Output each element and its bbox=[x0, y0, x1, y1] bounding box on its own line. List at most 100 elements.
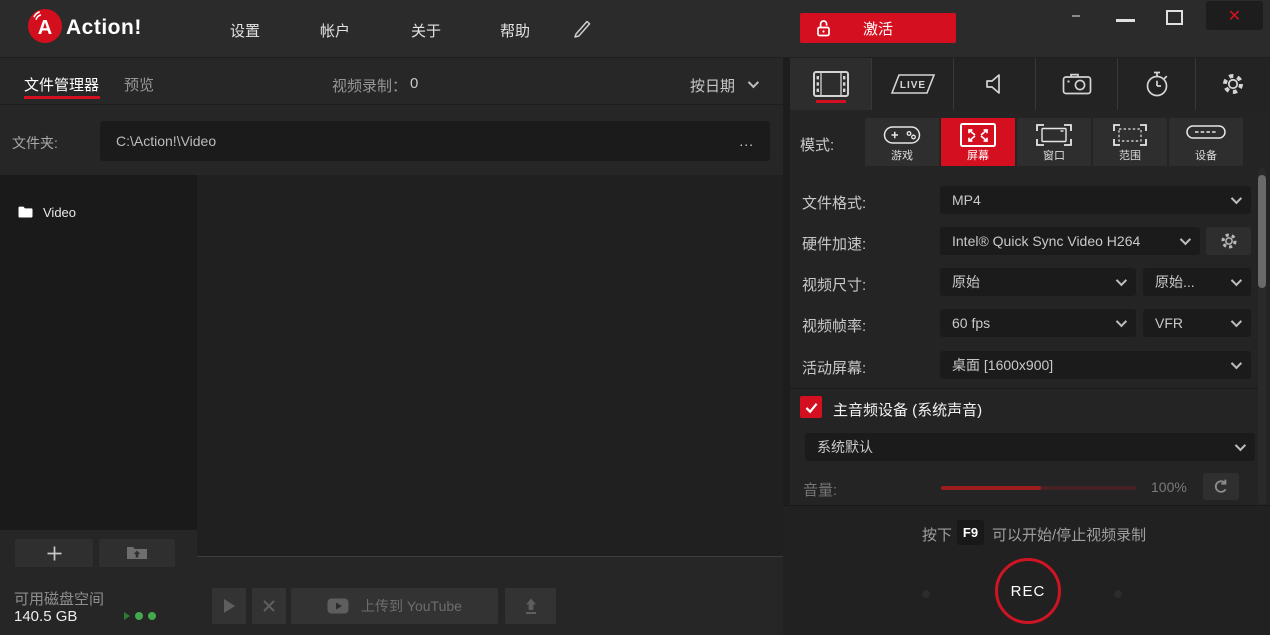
disk-space-label: 可用磁盘空间 bbox=[14, 588, 104, 609]
file-format-value: MP4 bbox=[952, 192, 1231, 208]
x-icon bbox=[262, 599, 276, 613]
chevron-down-icon bbox=[1231, 358, 1242, 369]
gamepad-icon bbox=[882, 122, 922, 153]
activate-button[interactable]: 激活 bbox=[800, 13, 956, 43]
audio-device-dropdown[interactable]: 系统默认 bbox=[805, 433, 1255, 461]
video-records-label: 视频录制： bbox=[332, 75, 407, 96]
mode-games[interactable]: 游戏 bbox=[865, 118, 939, 166]
video-size-aspect-dropdown[interactable]: 原始... bbox=[1143, 268, 1251, 296]
tab-file-manager[interactable]: 文件管理器 bbox=[24, 74, 99, 95]
mode-window[interactable]: 窗口 bbox=[1017, 118, 1091, 166]
tab-video-recording[interactable] bbox=[790, 58, 872, 110]
tab-screenshots[interactable] bbox=[1036, 58, 1118, 110]
tab-live-streaming[interactable]: LIVE bbox=[872, 58, 954, 110]
active-screen-label: 活动屏幕: bbox=[802, 357, 866, 378]
app-title: Action! bbox=[66, 16, 142, 40]
tab-settings[interactable] bbox=[1196, 58, 1270, 110]
folder-label: 文件夹: bbox=[12, 133, 58, 153]
region-capture-icon bbox=[1112, 122, 1148, 153]
chevron-down-icon bbox=[1116, 275, 1127, 286]
volume-label: 音量: bbox=[803, 479, 837, 500]
title-bar: A Action! 设置 帐户 关于 帮助 激活 ✕ bbox=[0, 0, 1270, 58]
action-logo-icon: A bbox=[28, 9, 62, 48]
file-format-label: 文件格式: bbox=[802, 192, 866, 213]
mode-screen[interactable]: 屏幕 bbox=[941, 118, 1015, 166]
svg-text:LIVE: LIVE bbox=[899, 80, 925, 91]
gear-icon bbox=[1219, 231, 1239, 251]
mode-label-device: 设备 bbox=[1195, 147, 1217, 163]
collapse-icon[interactable] bbox=[1072, 15, 1080, 17]
volume-slider[interactable] bbox=[941, 486, 1136, 490]
video-size-label: 视频尺寸: bbox=[802, 274, 866, 295]
section-divider bbox=[790, 388, 1258, 389]
upload-button[interactable] bbox=[505, 588, 556, 624]
tab-benchmark-timer[interactable] bbox=[1118, 58, 1196, 110]
import-folder-button[interactable] bbox=[99, 539, 175, 567]
chevron-down-icon bbox=[1116, 316, 1127, 327]
screen-capture-icon bbox=[959, 122, 997, 153]
primary-audio-label: 主音频设备 (系统声音) bbox=[833, 399, 982, 420]
upload-youtube-label: 上传到 YouTube bbox=[361, 596, 462, 616]
tree-item-video[interactable]: Video bbox=[0, 199, 197, 225]
menu-settings[interactable]: 设置 bbox=[230, 20, 260, 41]
browse-folder-button[interactable]: ... bbox=[739, 133, 754, 149]
scrollbar-thumb[interactable] bbox=[1258, 175, 1266, 288]
mode-region[interactable]: 范围 bbox=[1093, 118, 1167, 166]
reset-icon bbox=[1212, 478, 1230, 496]
menu-account[interactable]: 帐户 bbox=[320, 20, 350, 41]
tab-file-manager-label: 文件管理器 bbox=[24, 77, 99, 94]
tree-item-label: Video bbox=[43, 205, 76, 220]
mode-device[interactable]: 设备 bbox=[1169, 118, 1243, 166]
delete-button[interactable] bbox=[252, 588, 286, 624]
file-list-area[interactable] bbox=[197, 175, 783, 557]
folder-path-input[interactable]: C:\Action!\Video ... bbox=[100, 121, 770, 161]
video-records-count: 0 bbox=[410, 75, 418, 92]
record-button-label: REC bbox=[1011, 583, 1046, 600]
hw-accel-settings-button[interactable] bbox=[1206, 227, 1251, 255]
upload-to-youtube-button[interactable]: 上传到 YouTube bbox=[291, 588, 498, 624]
upload-icon bbox=[523, 597, 539, 615]
framerate-value: 60 fps bbox=[952, 315, 1116, 331]
menu-about[interactable]: 关于 bbox=[411, 20, 441, 41]
volume-reset-button[interactable] bbox=[1203, 473, 1239, 500]
record-button[interactable]: REC bbox=[995, 558, 1061, 624]
active-screen-dropdown[interactable]: 桌面 [1600x900] bbox=[940, 351, 1251, 379]
folder-tree-panel: Video bbox=[0, 175, 197, 530]
video-size-aspect-value: 原始... bbox=[1155, 272, 1231, 292]
disk-space-value: 140.5 GB bbox=[14, 608, 77, 625]
decor-dot-left bbox=[922, 590, 930, 598]
menu-help[interactable]: 帮助 bbox=[500, 20, 530, 41]
hotkey-keycap: F9 bbox=[957, 520, 984, 545]
sort-by-date-dropdown[interactable]: 按日期 bbox=[690, 75, 735, 96]
maximize-icon[interactable] bbox=[1166, 10, 1183, 25]
tab-preview[interactable]: 预览 bbox=[124, 74, 154, 95]
hw-accel-label: 硬件加速: bbox=[802, 233, 866, 254]
folder-upload-icon bbox=[126, 545, 148, 561]
folder-path-value: C:\Action!\Video bbox=[116, 133, 739, 149]
unlock-icon bbox=[816, 19, 831, 37]
minimize-icon[interactable] bbox=[1116, 19, 1135, 22]
live-icon: LIVE bbox=[890, 72, 936, 96]
tab-audio[interactable] bbox=[954, 58, 1036, 110]
add-folder-button[interactable] bbox=[15, 539, 93, 567]
mode-label: 模式: bbox=[800, 134, 834, 155]
window-capture-icon bbox=[1035, 122, 1073, 153]
close-button[interactable]: ✕ bbox=[1206, 1, 1263, 30]
hw-accel-dropdown[interactable]: Intel® Quick Sync Video H264 bbox=[940, 227, 1200, 255]
file-format-dropdown[interactable]: MP4 bbox=[940, 186, 1251, 214]
active-tab-underline bbox=[24, 96, 100, 99]
chevron-down-icon[interactable] bbox=[748, 77, 759, 88]
pen-tool-icon[interactable] bbox=[572, 17, 594, 44]
capture-device-icon bbox=[1185, 122, 1227, 147]
active-screen-value: 桌面 [1600x900] bbox=[952, 355, 1231, 375]
framerate-dropdown[interactable]: 60 fps bbox=[940, 309, 1136, 337]
play-button[interactable] bbox=[212, 588, 246, 624]
chevron-down-icon bbox=[1231, 316, 1242, 327]
check-icon bbox=[804, 401, 819, 414]
hw-accel-value: Intel® Quick Sync Video H264 bbox=[952, 233, 1180, 249]
primary-audio-checkbox[interactable] bbox=[800, 396, 822, 418]
framerate-mode-dropdown[interactable]: VFR bbox=[1143, 309, 1251, 337]
activate-label: 激活 bbox=[863, 18, 893, 39]
video-size-dropdown[interactable]: 原始 bbox=[940, 268, 1136, 296]
volume-value: 100% bbox=[1151, 479, 1187, 495]
